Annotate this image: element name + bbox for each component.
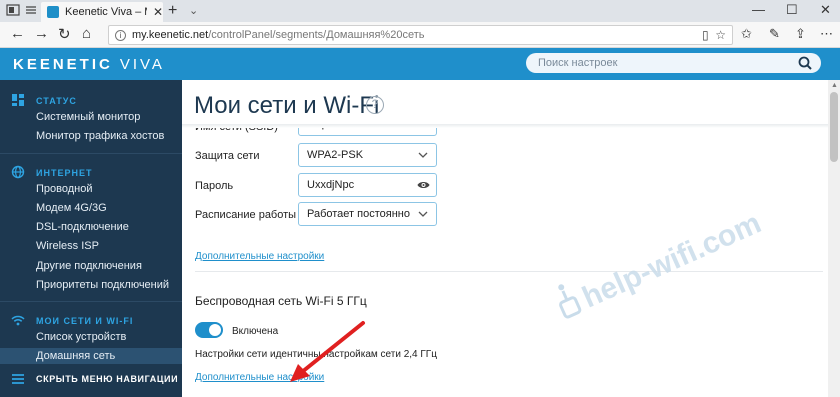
sidebar-item-wired[interactable]: Проводной <box>36 183 93 195</box>
security-select[interactable]: WPA2-PSK <box>298 143 437 167</box>
chevron-down-icon <box>418 211 428 217</box>
schedule-label: Расписание работы <box>195 209 297 221</box>
password-label: Пароль <box>195 180 234 192</box>
watermark-logo: help-wifi.com <box>558 206 766 319</box>
password-value: UxxdjNpc <box>307 179 355 191</box>
page-scrollbar[interactable]: ▲ <box>828 80 840 397</box>
search-icon[interactable] <box>798 56 812 70</box>
share-icon[interactable]: ⇪ <box>795 26 806 42</box>
home-icon[interactable]: ⌂ <box>82 25 91 42</box>
browser-tab-bar: Keenetic Viva – Мои сет ✕ + ⌄ — ☐ ✕ <box>0 0 840 22</box>
advanced-settings-link-24[interactable]: Дополнительные настройки <box>195 251 324 262</box>
sidebar-item-other-connections[interactable]: Другие подключения <box>36 260 142 272</box>
search-placeholder: Поиск настроек <box>538 57 618 69</box>
url-path: /controlPanel/segments/Домашняя%20сеть <box>208 29 425 41</box>
scrollbar-thumb[interactable] <box>830 92 838 162</box>
sidebar-item-system-monitor[interactable]: Системный монитор <box>36 111 140 123</box>
browser-nav-bar: ← → ↻ ⌂ i my.keenetic.net/controlPanel/s… <box>0 22 840 48</box>
new-tab-icon[interactable]: + <box>168 2 177 20</box>
menu-icon <box>12 374 24 384</box>
title-shadow <box>182 124 828 128</box>
main-content: Имя сети (SSID) help-wifi.com Мои сети и… <box>182 80 828 397</box>
page-title: Мои сети и Wi-Fi <box>194 92 380 119</box>
sidebar-section-my-networks: МОИ СЕТИ И WI-FI <box>36 316 134 326</box>
reload-icon[interactable]: ↻ <box>58 25 71 43</box>
section-divider <box>195 271 823 272</box>
pen-icon[interactable]: ✎ <box>769 26 780 42</box>
sidebar-divider <box>0 153 182 154</box>
hide-navigation-button[interactable]: СКРЫТЬ МЕНЮ НАВИГАЦИИ <box>0 368 182 390</box>
sidebar-item-home-network[interactable]: Домашняя сеть <box>36 350 115 362</box>
wifi-icon <box>11 315 25 326</box>
sidebar-item-dsl[interactable]: DSL-подключение <box>36 221 129 233</box>
url-host: my.keenetic.net <box>132 29 209 41</box>
globe-icon <box>11 165 25 179</box>
scroll-up-icon[interactable]: ▲ <box>831 82 838 89</box>
browser-tab-active[interactable]: Keenetic Viva – Мои сет ✕ <box>41 2 163 22</box>
sidebar-item-connection-priorities[interactable]: Приоритеты подключений <box>36 279 169 291</box>
reading-view-icon[interactable]: ▯ ☆ <box>702 28 726 42</box>
address-bar[interactable]: i my.keenetic.net/controlPanel/segments/… <box>108 25 733 45</box>
back-arrow-icon[interactable]: ← <box>10 25 25 42</box>
wifi-5ghz-title: Беспроводная сеть Wi-Fi 5 ГГц <box>195 294 367 308</box>
show-password-icon[interactable] <box>417 180 430 190</box>
maximize-icon[interactable]: ☐ <box>786 2 798 18</box>
close-window-icon[interactable]: ✕ <box>820 2 831 18</box>
toggle-knob <box>209 324 221 336</box>
advanced-settings-link-5[interactable]: Дополнительные настройки <box>195 372 324 383</box>
sidebar-section-status: СТАТУС <box>36 96 77 106</box>
tab-title: Keenetic Viva – Мои сет <box>65 6 147 18</box>
wifi-5ghz-toggle[interactable] <box>195 322 223 338</box>
logo-text: KEENETIC <box>13 56 113 73</box>
settings-search-input[interactable]: Поиск настроек <box>526 53 821 73</box>
schedule-value: Работает постоянно <box>307 208 410 220</box>
logo-model-text: VIVA <box>119 56 165 73</box>
sidebar-item-traffic-monitor[interactable]: Монитор трафика хостов <box>36 130 164 142</box>
schedule-select[interactable]: Работает постоянно <box>298 202 437 226</box>
chevron-down-icon <box>418 152 428 158</box>
site-info-icon[interactable]: i <box>115 29 126 41</box>
password-input[interactable]: UxxdjNpc <box>298 173 437 197</box>
watermark-text: help-wifi.com <box>577 206 766 314</box>
security-value: WPA2-PSK <box>307 149 364 161</box>
forward-arrow-icon[interactable]: → <box>34 25 49 42</box>
favorites-icon[interactable]: ✩ <box>741 26 752 42</box>
hide-navigation-label: СКРЫТЬ МЕНЮ НАВИГАЦИИ <box>36 374 179 384</box>
tab-actions-icon[interactable] <box>6 4 20 16</box>
sidebar-item-wireless-isp[interactable]: Wireless ISP <box>36 240 99 252</box>
security-label: Защита сети <box>195 150 260 162</box>
sidebar-item-device-list[interactable]: Список устройств <box>36 331 126 343</box>
sidebar-section-internet: ИНТЕРНЕТ <box>36 168 93 178</box>
minimize-icon[interactable]: — <box>752 2 765 17</box>
sidebar-item-modem[interactable]: Модем 4G/3G <box>36 202 107 214</box>
wifi-5ghz-note: Настройки сети идентичны настройкам сети… <box>195 349 437 360</box>
keenetic-favicon-icon <box>47 6 59 18</box>
help-icon[interactable]: ? <box>366 96 384 114</box>
wifi-5ghz-toggle-label: Включена <box>232 326 279 337</box>
more-icon[interactable]: ⋯ <box>820 26 833 42</box>
router-header: KEENETIC VIVA Поиск настроек <box>0 48 840 80</box>
chevron-down-icon[interactable]: ⌄ <box>189 4 198 17</box>
dashboard-icon <box>12 94 24 106</box>
tab-list-icon[interactable] <box>24 4 38 16</box>
close-tab-icon[interactable]: ✕ <box>153 5 163 19</box>
sidebar-divider <box>0 301 182 302</box>
keenetic-logo[interactable]: KEENETIC VIVA <box>13 56 165 73</box>
sidebar-nav: СТАТУС Системный монитор Монитор трафика… <box>0 80 182 397</box>
